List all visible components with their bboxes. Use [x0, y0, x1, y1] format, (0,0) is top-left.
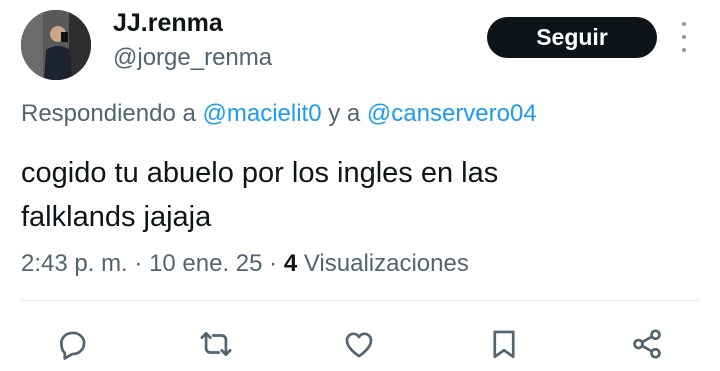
- meta-separator: ·: [127, 250, 150, 277]
- views-label: Visualizaciones: [303, 250, 469, 277]
- bookmark-icon[interactable]: [486, 326, 522, 362]
- tweet-date[interactable]: 10 ene. 25: [149, 250, 262, 277]
- mention-link-1[interactable]: @macielit0: [202, 100, 321, 127]
- user-handle[interactable]: @jorge_renma: [113, 43, 272, 73]
- tweet-text-line: cogido tu abuelo por los ingles en las: [21, 157, 499, 189]
- like-icon[interactable]: [341, 326, 377, 362]
- reply-icon[interactable]: [54, 326, 90, 362]
- replying-to-prefix: Respondiendo a: [21, 100, 203, 127]
- avatar[interactable]: [21, 10, 91, 80]
- tweet-meta: 2:43 p. m. · 10 ene. 25 · 4 Visualizacio…: [21, 248, 469, 280]
- more-options-icon[interactable]: [676, 22, 692, 52]
- display-name[interactable]: JJ.renma: [113, 8, 223, 38]
- replying-to: Respondiendo a @macielit0 y a @canserver…: [21, 98, 537, 130]
- divider: [21, 300, 698, 301]
- dot: [682, 48, 686, 52]
- meta-separator: ·: [262, 250, 284, 277]
- follow-button[interactable]: Seguir: [487, 17, 657, 58]
- replying-to-connector: y a: [321, 100, 367, 127]
- views-count: 4: [283, 250, 298, 277]
- tweet-text-line: falklands jajaja: [21, 201, 212, 233]
- tweet-text: cogido tu abuelo por los ingles en las f…: [21, 151, 681, 239]
- tweet-time[interactable]: 2:43 p. m.: [21, 250, 128, 277]
- dot: [682, 35, 686, 39]
- mention-link-2[interactable]: @canservero04: [367, 100, 537, 127]
- retweet-icon[interactable]: [198, 326, 234, 362]
- share-icon[interactable]: [629, 326, 665, 362]
- avatar-photo: [21, 10, 91, 80]
- dot: [682, 22, 686, 26]
